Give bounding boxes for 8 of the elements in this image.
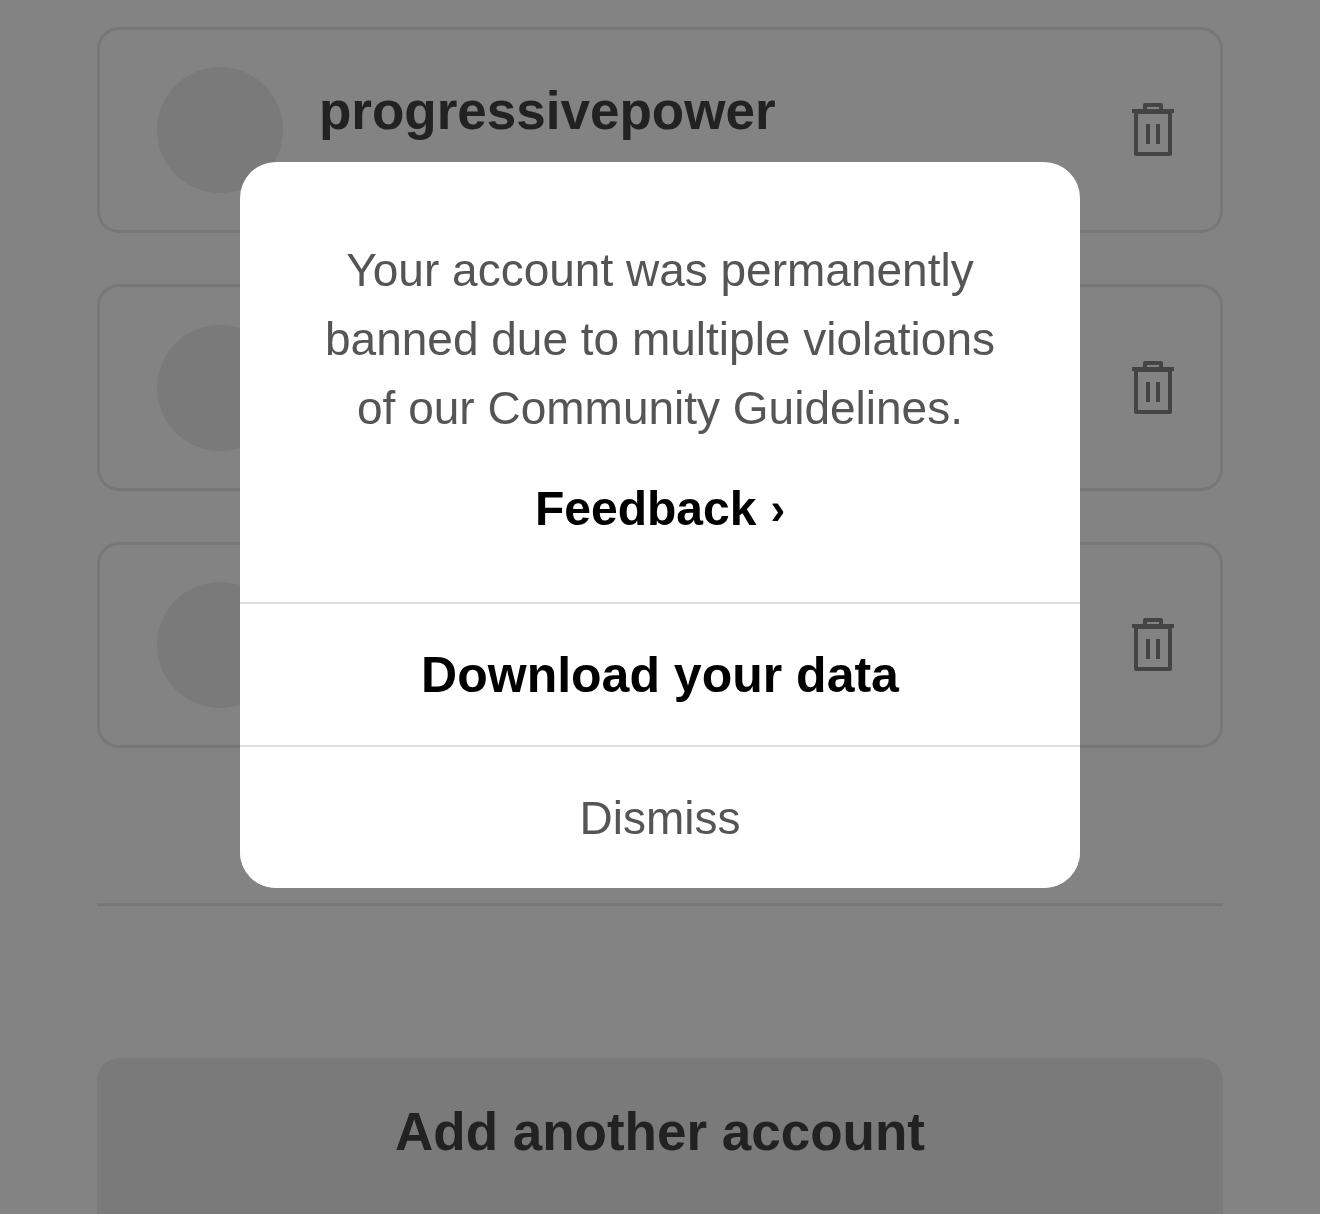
username: progressivepower (319, 80, 777, 141)
trash-icon[interactable] (1130, 616, 1176, 673)
add-account-button[interactable]: Add another account (97, 1058, 1223, 1214)
feedback-link[interactable]: Feedback › (534, 481, 786, 536)
dismiss-button[interactable]: Dismiss (240, 745, 1080, 888)
trash-icon[interactable] (1130, 102, 1176, 159)
ban-message: Your account was permanently banned due to multiple violations of our Community Guidelines. (324, 243, 996, 436)
trash-icon[interactable] (1130, 359, 1176, 416)
